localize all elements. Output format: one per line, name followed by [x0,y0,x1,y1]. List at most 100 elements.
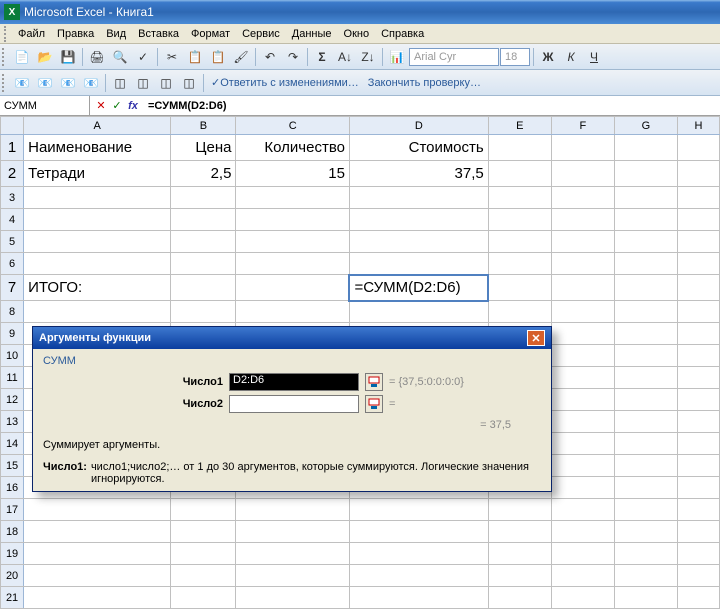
preview-button[interactable]: 🔍 [109,46,131,68]
cell-B6[interactable] [171,253,236,275]
cell-D6[interactable] [349,253,488,275]
cell-E3[interactable] [488,187,551,209]
cell-H8[interactable] [677,301,719,323]
cell-B20[interactable] [171,565,236,587]
menu-help[interactable]: Справка [375,26,430,42]
sum-button[interactable]: Σ [311,46,333,68]
cell-A8[interactable] [24,301,171,323]
cell-F4[interactable] [551,209,614,231]
col-header-e[interactable]: E [488,117,551,135]
cell-E8[interactable] [488,301,551,323]
row-header-21[interactable]: 21 [1,587,24,609]
cell-G2[interactable] [614,161,677,187]
cell-D1[interactable]: Стоимость [349,135,488,161]
cell-E19[interactable] [488,543,551,565]
format-painter-button[interactable]: 🖌 [230,46,252,68]
font-size-selector[interactable]: 18 [500,48,530,66]
cell-D20[interactable] [349,565,488,587]
cell-F2[interactable] [551,161,614,187]
row-header-11[interactable]: 11 [1,367,24,389]
cell-B2[interactable]: 2,5 [171,161,236,187]
cell-A20[interactable] [24,565,171,587]
row-header-15[interactable]: 15 [1,455,24,477]
menu-window[interactable]: Окно [338,26,376,42]
cell-H10[interactable] [677,345,719,367]
new-button[interactable]: 📄 [11,46,33,68]
cell-D4[interactable] [349,209,488,231]
col-header-a[interactable]: A [24,117,171,135]
cell-G6[interactable] [614,253,677,275]
cell-H6[interactable] [677,253,719,275]
toolbar-icon[interactable]: ◫ [178,72,200,94]
menu-tools[interactable]: Сервис [236,26,286,42]
cell-H21[interactable] [677,587,719,609]
sort-asc-button[interactable]: A↓ [334,46,356,68]
cell-H7[interactable] [677,275,719,301]
menu-view[interactable]: Вид [100,26,132,42]
cell-E21[interactable] [488,587,551,609]
row-header-10[interactable]: 10 [1,345,24,367]
cell-D5[interactable] [349,231,488,253]
cell-F8[interactable] [551,301,614,323]
fx-icon[interactable]: fx [126,99,140,113]
select-all-corner[interactable] [1,117,24,135]
cell-C20[interactable] [236,565,350,587]
cell-H5[interactable] [677,231,719,253]
cell-C3[interactable] [236,187,350,209]
cell-G14[interactable] [614,433,677,455]
menu-insert[interactable]: Вставка [132,26,185,42]
cell-C6[interactable] [236,253,350,275]
col-header-g[interactable]: G [614,117,677,135]
cell-F6[interactable] [551,253,614,275]
menu-edit[interactable]: Правка [51,26,100,42]
cell-A4[interactable] [24,209,171,231]
cell-D3[interactable] [349,187,488,209]
cell-D2[interactable]: 37,5 [349,161,488,187]
row-header-1[interactable]: 1 [1,135,24,161]
cell-C7[interactable] [236,275,350,301]
grip-icon[interactable] [2,74,8,92]
cell-H15[interactable] [677,455,719,477]
menu-file[interactable]: Файл [12,26,51,42]
cell-A2[interactable]: Тетради [24,161,171,187]
cell-F1[interactable] [551,135,614,161]
cell-F15[interactable] [551,455,614,477]
cell-F19[interactable] [551,543,614,565]
cell-C8[interactable] [236,301,350,323]
cell-F3[interactable] [551,187,614,209]
cell-C19[interactable] [236,543,350,565]
cell-H13[interactable] [677,411,719,433]
row-header-16[interactable]: 16 [1,477,24,499]
row-header-9[interactable]: 9 [1,323,24,345]
name-box[interactable]: СУММ [0,96,90,115]
cell-H9[interactable] [677,323,719,345]
cell-B18[interactable] [171,521,236,543]
cell-C17[interactable] [236,499,350,521]
row-header-20[interactable]: 20 [1,565,24,587]
cell-G10[interactable] [614,345,677,367]
cell-G4[interactable] [614,209,677,231]
cell-A3[interactable] [24,187,171,209]
cell-D18[interactable] [349,521,488,543]
cell-G3[interactable] [614,187,677,209]
cell-H14[interactable] [677,433,719,455]
row-header-19[interactable]: 19 [1,543,24,565]
cell-D7[interactable]: =СУММ(D2:D6) [349,275,488,301]
row-header-6[interactable]: 6 [1,253,24,275]
cut-button[interactable]: ✂ [161,46,183,68]
underline-button[interactable]: Ч [583,46,605,68]
row-header-2[interactable]: 2 [1,161,24,187]
toolbar-icon[interactable]: 📧 [34,72,56,94]
cell-E5[interactable] [488,231,551,253]
cell-F14[interactable] [551,433,614,455]
grip-icon[interactable] [2,48,8,66]
formula-input[interactable]: =СУММ(D2:D6) [144,100,720,112]
save-button[interactable]: 💾 [57,46,79,68]
toolbar-icon[interactable]: 📧 [57,72,79,94]
cell-G18[interactable] [614,521,677,543]
toolbar-icon[interactable]: 📧 [11,72,33,94]
col-header-h[interactable]: H [677,117,719,135]
grip-icon[interactable] [4,26,10,42]
cell-H2[interactable] [677,161,719,187]
cell-E1[interactable] [488,135,551,161]
